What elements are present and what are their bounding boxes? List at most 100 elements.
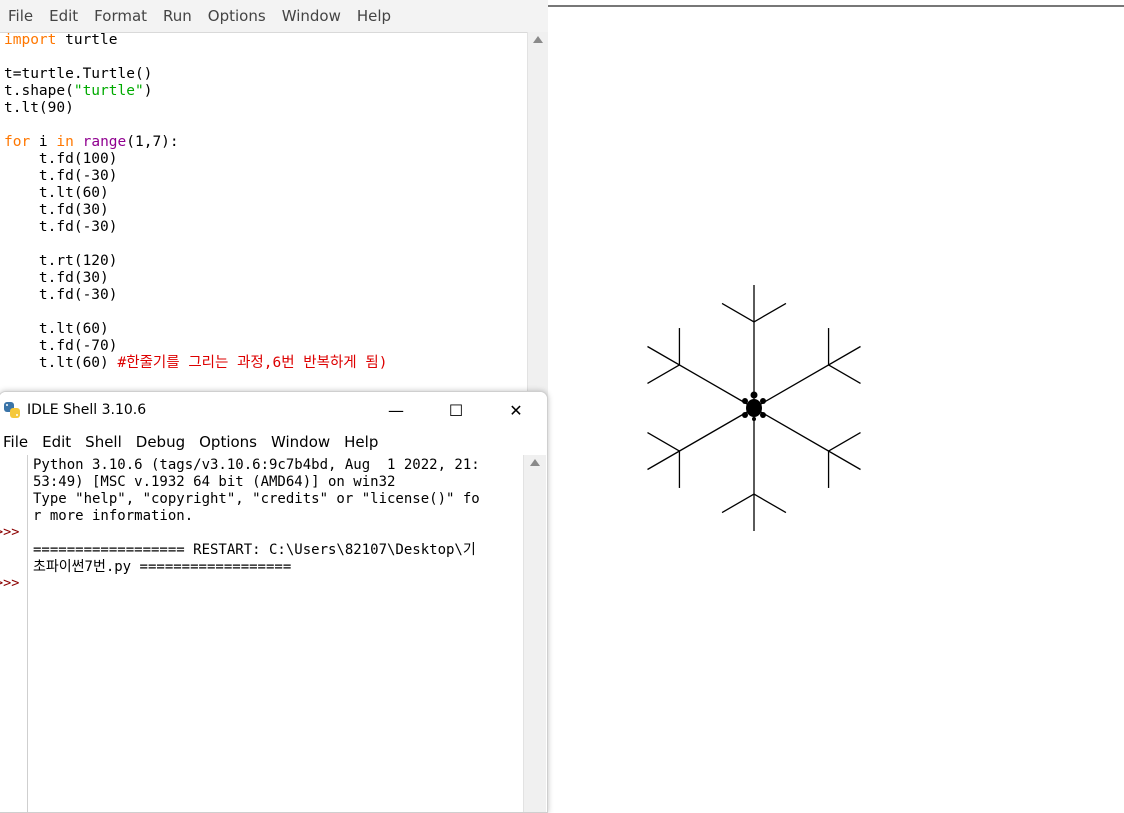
maximize-icon: ☐ (448, 400, 464, 420)
code-token: t.fd(-70) (4, 338, 118, 354)
turtle-canvas-svg (647, 285, 861, 531)
canvas-border (548, 5, 1124, 7)
code-token: t.fd(-30) (4, 287, 118, 303)
snowflake-arm (753, 345, 861, 409)
code-line: t.lt(60) #한줄기를 그리는 과정,6번 반복하게 됨) (4, 355, 524, 372)
code-token: t.fd(30) (4, 270, 109, 286)
shell-line: ================== RESTART: C:\Users\821… (33, 542, 476, 558)
code-token: turtle (56, 32, 118, 48)
code-line: t.fd(30) (4, 202, 524, 219)
snowflake-branch (647, 432, 680, 452)
editor-menu-edit[interactable]: Edit (41, 0, 86, 32)
editor-menu-run[interactable]: Run (155, 0, 200, 32)
snowflake-arm (647, 407, 755, 471)
editor-menu-window[interactable]: Window (274, 0, 349, 32)
snowflake-branch (828, 364, 861, 384)
code-token: t.fd(-30) (4, 219, 118, 235)
snowflake-branch (721, 302, 755, 323)
snowflake-arm (647, 345, 755, 409)
code-line: for i in range(1,7): (4, 134, 524, 151)
code-line: t.fd(-30) (4, 219, 524, 236)
editor-menu-options[interactable]: Options (200, 0, 274, 32)
shell-menu-edit[interactable]: Edit (38, 426, 81, 458)
snowflake-branch (828, 432, 861, 452)
code-line: t.fd(-30) (4, 168, 524, 185)
shell-menu-shell[interactable]: Shell (81, 426, 132, 458)
shell-scrollbar[interactable] (523, 455, 546, 812)
code-line: import turtle (4, 32, 524, 49)
code-token: ) (143, 83, 153, 99)
snowflake-branch (647, 364, 680, 384)
code-token: #한줄기를 그리는 과정,6번 반복하게 됨) (117, 355, 388, 371)
code-token: import (4, 32, 57, 48)
code-token: in (56, 134, 74, 150)
shell-line: r more information. (33, 508, 194, 524)
scroll-up-icon[interactable] (530, 459, 540, 466)
shell-menu-window[interactable]: Window (267, 426, 340, 458)
code-token: t.fd(100) (4, 151, 118, 167)
shell-menu-file[interactable]: File (0, 426, 38, 458)
code-line: t.rt(120) (4, 253, 524, 270)
code-token: t.lt(60) (4, 185, 109, 201)
close-icon: ✕ (509, 400, 523, 420)
shell-menu-debug[interactable]: Debug (132, 426, 195, 458)
editor-menu-file[interactable]: File (0, 0, 41, 32)
code-token: t.shape( (4, 83, 74, 99)
code-token: (1,7): (126, 134, 179, 150)
shell-menu-help[interactable]: Help (340, 426, 388, 458)
code-token: t.rt(120) (4, 253, 118, 269)
turtle-graphics-window (548, 0, 1124, 807)
code-token: range (82, 134, 127, 150)
minimize-button[interactable]: — (373, 392, 419, 428)
editor-menu-format[interactable]: Format (86, 0, 155, 32)
code-token: i (30, 134, 57, 150)
scroll-up-icon[interactable] (533, 36, 543, 43)
shell-menubar: File Edit Shell Debug Options Window Help (0, 428, 547, 455)
snowflake-branch (753, 493, 787, 514)
shell-prompt-gutter: >>> >>> (0, 455, 28, 812)
shell-line: Python 3.10.6 (tags/v3.10.6:9c7b4bd, Aug… (33, 457, 480, 473)
python-icon (4, 402, 20, 418)
shell-titlebar[interactable]: IDLE Shell 3.10.6 — ☐ ✕ (0, 392, 547, 428)
snowflake-branch (721, 493, 755, 514)
minimize-icon: — (388, 400, 404, 420)
maximize-button[interactable]: ☐ (433, 392, 479, 428)
shell-prompt: >>> (0, 524, 20, 540)
code-line: t.fd(-30) (4, 287, 524, 304)
code-line: t.shape("turtle") (4, 83, 524, 100)
code-line: t.lt(90) (4, 100, 524, 117)
shell-output[interactable]: Python 3.10.6 (tags/v3.10.6:9c7b4bd, Aug… (33, 457, 517, 576)
shell-line: 53:49) [MSC v.1932 64 bit (AMD64)] on wi… (33, 474, 396, 490)
code-token: t.lt(90) (4, 100, 74, 116)
code-token: t.lt(60) (4, 355, 118, 371)
editor-menubar: File Edit Format Run Options Window Help (0, 0, 548, 33)
code-line: t.fd(100) (4, 151, 524, 168)
code-editor[interactable]: import turtle t=turtle.Turtle() t.shape("t… (4, 32, 524, 372)
editor-menu-help[interactable]: Help (349, 0, 399, 32)
shell-menu-options[interactable]: Options (195, 426, 267, 458)
code-line: t.fd(30) (4, 270, 524, 287)
code-token: t.lt(60) (4, 321, 109, 337)
turtle-icon (742, 391, 766, 421)
snowflake-branch (753, 302, 787, 323)
code-token: t.fd(30) (4, 202, 109, 218)
code-token: t.fd(-30) (4, 168, 118, 184)
shell-line: 초파이썬7번.py ================== (33, 559, 292, 575)
code-line: t.lt(60) (4, 321, 524, 338)
code-token: "turtle" (73, 83, 144, 99)
close-button[interactable]: ✕ (493, 392, 539, 428)
code-line: t=turtle.Turtle() (4, 66, 524, 83)
code-token: t=turtle.Turtle() (4, 66, 153, 82)
shell-prompt: >>> (0, 575, 20, 591)
snowflake-arm (753, 407, 861, 471)
code-line: t.fd(-70) (4, 338, 524, 355)
shell-line: Type "help", "copyright", "credits" or "… (33, 491, 480, 507)
idle-shell-window: IDLE Shell 3.10.6 — ☐ ✕ File Edit Shell Deb… (0, 391, 548, 813)
code-token: for (4, 134, 31, 150)
